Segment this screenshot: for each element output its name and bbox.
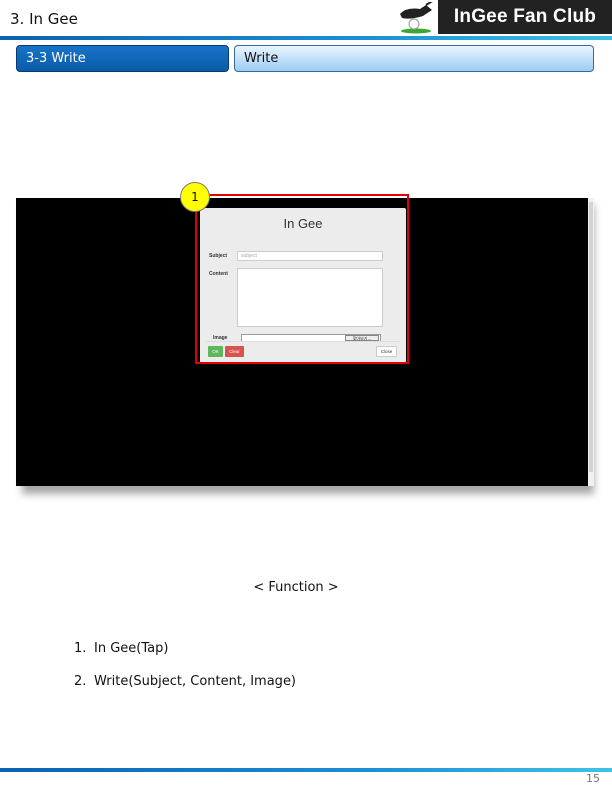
function-heading: < Function >	[253, 580, 339, 595]
logo-banner: InGee Fan Club	[438, 0, 612, 34]
function-item: 1. In Gee(Tap)	[74, 641, 169, 656]
highlight-box	[195, 194, 409, 364]
section-tab: 3-3 Write	[16, 45, 229, 72]
screenshot-scrollbar	[588, 198, 594, 486]
function-item: 2. Write(Subject, Content, Image)	[74, 674, 297, 689]
function-list: 1. In Gee(Tap) 2. Write(Subject, Content, …	[74, 641, 296, 707]
page-header-title: 3. In Gee	[10, 10, 78, 28]
footer-divider	[0, 768, 612, 772]
callout-marker: 1	[180, 182, 210, 212]
page-number: 15	[586, 772, 600, 785]
golf-driver-icon	[400, 2, 433, 34]
page-title: Write	[234, 45, 594, 72]
logo-text: InGee Fan Club	[453, 6, 597, 27]
logo: InGee Fan Club	[392, 0, 612, 36]
header-divider	[0, 36, 612, 40]
